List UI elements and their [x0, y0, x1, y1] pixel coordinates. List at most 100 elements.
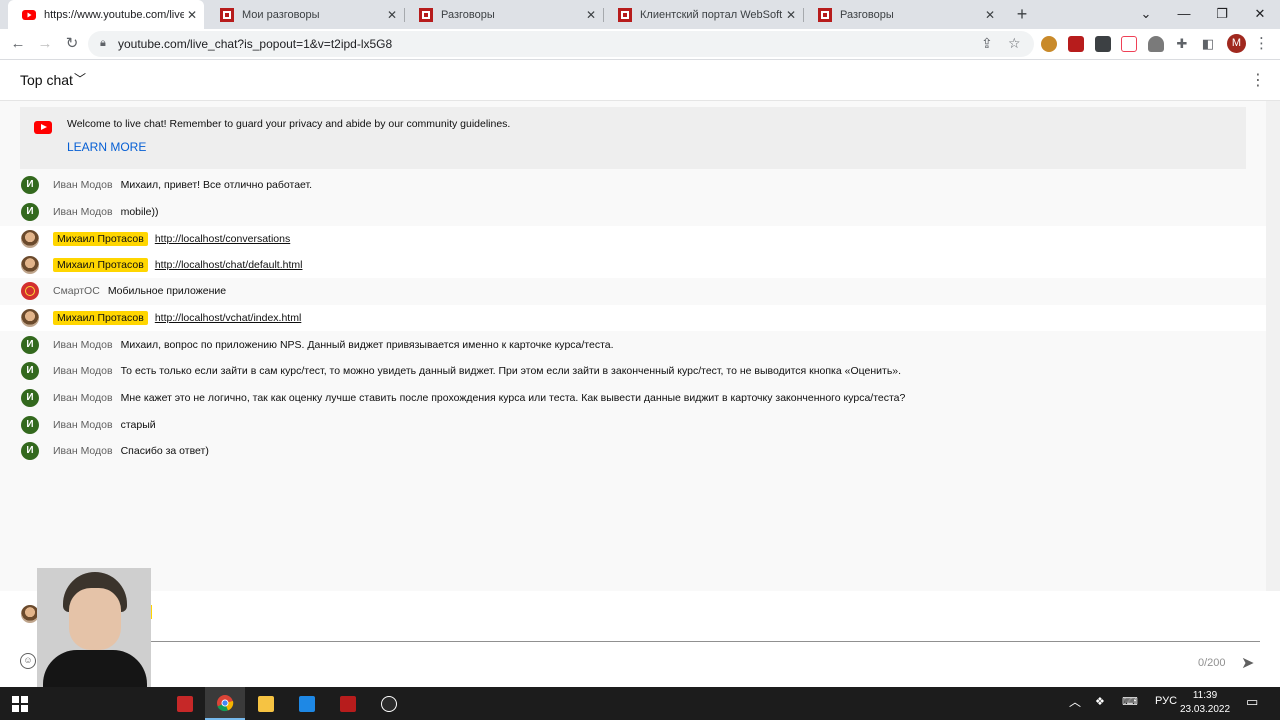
restore-icon[interactable]: ❐	[1203, 0, 1241, 29]
extension-icon[interactable]	[1148, 36, 1164, 52]
chat-message[interactable]: И Иван Модов старый	[0, 412, 1266, 438]
chat-message-owner[interactable]: Михаил Протасов http://localhost/vchat/in…	[0, 305, 1266, 331]
extension-icon[interactable]	[1041, 36, 1057, 52]
forward-icon[interactable]: →	[34, 33, 56, 55]
taskbar-explorer-icon[interactable]	[246, 687, 286, 720]
author-name[interactable]: Иван Модов	[53, 445, 113, 457]
minimize-icon[interactable]: —	[1165, 0, 1203, 29]
taskbar-obs-icon[interactable]	[369, 687, 409, 720]
chat-message-list[interactable]: Welcome to live chat! Remember to guard …	[0, 101, 1266, 591]
author-avatar[interactable]: И	[21, 416, 39, 434]
taskbar-chrome-icon[interactable]	[205, 687, 245, 720]
browser-menu-icon[interactable]: ⋮	[1254, 34, 1269, 52]
close-tab-icon[interactable]: ✕	[384, 8, 400, 22]
close-tab-icon[interactable]: ✕	[982, 8, 998, 22]
owner-badge-name[interactable]: Михаил Протасов	[53, 258, 148, 272]
author-name[interactable]: Иван Модов	[53, 206, 113, 218]
chat-message[interactable]: И Иван Модов Михаил, привет! Все отлично …	[0, 172, 1266, 198]
author-avatar[interactable]: И	[21, 203, 39, 221]
back-icon[interactable]: ←	[7, 33, 29, 55]
chat-message[interactable]: И Иван Модов Михаил, вопрос по приложению…	[0, 332, 1266, 358]
system-clock[interactable]: 11:39 23.03.2022	[1180, 689, 1230, 717]
author-name[interactable]: Иван Модов	[53, 392, 113, 404]
side-panel-icon[interactable]: ◧	[1197, 33, 1219, 55]
input-language[interactable]: РУС	[1155, 695, 1177, 707]
message-text: Мне кажет это не логично, так как оценку…	[120, 392, 906, 404]
emoji-icon[interactable]: ☺	[20, 653, 36, 669]
websoft-icon	[419, 7, 433, 22]
keyboard-icon[interactable]: ⌨	[1122, 695, 1138, 708]
learn-more-link[interactable]: LEARN MORE	[67, 140, 146, 154]
taskbar-app-icon[interactable]	[165, 687, 205, 720]
author-avatar[interactable]: И	[21, 336, 39, 354]
close-tab-icon[interactable]: ✕	[583, 8, 599, 22]
chat-message[interactable]: И Иван Модов mobile))	[0, 199, 1266, 225]
chat-message[interactable]: И Иван Модов То есть только если зайти в …	[0, 358, 1266, 384]
chat-message-owner[interactable]: Михаил Протасов http://localhost/conversa…	[0, 226, 1266, 252]
chevron-down-icon[interactable]: ﹀	[74, 70, 86, 87]
tab-conversations-2[interactable]: Разговоры ✕	[804, 0, 1002, 29]
message-text: Михаил, привет! Все отлично работает.	[120, 179, 313, 191]
author-avatar[interactable]	[21, 309, 39, 327]
new-tab-icon[interactable]: +	[1012, 3, 1032, 25]
close-tab-icon[interactable]: ✕	[783, 8, 799, 22]
reload-icon[interactable]: ↻	[61, 33, 83, 55]
author-name[interactable]: Иван Модов	[53, 339, 113, 351]
tray-chevron-up-icon[interactable]: ︿	[1069, 693, 1081, 710]
message-link[interactable]: http://localhost/chat/default.html	[155, 259, 303, 271]
message-link[interactable]: http://localhost/conversations	[155, 233, 290, 245]
close-tab-icon[interactable]: ✕	[184, 8, 200, 22]
lock-icon[interactable]: 🔒︎	[100, 37, 106, 50]
tab-websoft-portal[interactable]: Клиентский портал WebSoft ✕	[604, 0, 803, 29]
share-icon[interactable]: ⇪	[981, 35, 993, 52]
author-avatar[interactable]	[21, 282, 39, 300]
clock-date: 23.03.2022	[1180, 704, 1231, 715]
author-name[interactable]: Иван Модов	[53, 179, 113, 191]
chat-message-input[interactable]	[53, 607, 1243, 625]
author-name[interactable]: Иван Модов	[53, 419, 113, 431]
taskbar-app-icon[interactable]	[287, 687, 327, 720]
message-link[interactable]: http://localhost/vchat/index.html	[155, 312, 302, 324]
owner-badge-name[interactable]: Михаил Протасов	[53, 232, 148, 246]
youtube-icon	[22, 9, 36, 20]
puzzle-icon[interactable]: ✚	[1171, 33, 1193, 55]
author-avatar[interactable]: И	[21, 389, 39, 407]
message-text: То есть только если зайти в сам курс/тес…	[120, 365, 902, 377]
notification-icon[interactable]: ▭	[1246, 694, 1258, 710]
input-underline	[53, 641, 1260, 642]
send-icon[interactable]: ➤	[1241, 653, 1254, 673]
tab-my-conversations[interactable]: Мои разговоры ✕	[206, 0, 404, 29]
webcam-face	[69, 588, 121, 650]
pocket-icon[interactable]	[1121, 36, 1137, 52]
extension-icon[interactable]	[1068, 36, 1084, 52]
author-avatar[interactable]: И	[21, 362, 39, 380]
chat-mode-selector[interactable]: Top chat	[20, 72, 73, 88]
tab-youtube-live-chat[interactable]: https://www.youtube.com/live_ch ✕	[8, 0, 204, 29]
author-avatar[interactable]	[21, 256, 39, 274]
author-avatar[interactable]	[21, 230, 39, 248]
windows-start-icon[interactable]	[0, 687, 40, 720]
message-text: Спасибо за ответ)	[120, 445, 209, 457]
dropbox-icon[interactable]: ❖	[1095, 695, 1105, 708]
tab-search-icon[interactable]: ⌄	[1127, 0, 1165, 29]
chat-message[interactable]: И Иван Модов Мне кажет это не логично, та…	[0, 385, 1266, 411]
author-name[interactable]: СмартОС	[53, 285, 100, 297]
chat-message-owner[interactable]: Михаил Протасов http://localhost/chat/def…	[0, 252, 1266, 278]
chat-message[interactable]: И Иван Модов Спасибо за ответ)	[0, 438, 1266, 464]
message-text: Мобильное приложение	[107, 285, 227, 297]
extension-icon[interactable]	[1095, 36, 1111, 52]
close-window-icon[interactable]: ✕	[1241, 0, 1279, 29]
chrome-icon	[217, 694, 234, 711]
taskbar-websoft-icon[interactable]	[328, 687, 368, 720]
author-name[interactable]: Иван Модов	[53, 365, 113, 377]
author-avatar[interactable]: И	[21, 442, 39, 460]
address-bar[interactable]: 🔒︎ youtube.com/live_chat?is_popout=1&v=t…	[88, 31, 1034, 57]
bookmark-star-icon[interactable]: ☆	[1008, 35, 1021, 52]
chat-scrollbar[interactable]	[1266, 101, 1280, 591]
owner-badge-name[interactable]: Михаил Протасов	[53, 311, 148, 325]
author-avatar[interactable]: И	[21, 176, 39, 194]
profile-avatar[interactable]: M	[1227, 34, 1246, 53]
chat-message[interactable]: СмартОС Мобильное приложение	[0, 278, 1266, 304]
more-options-icon[interactable]: ⋮	[1250, 70, 1266, 90]
tab-conversations[interactable]: Разговоры ✕	[405, 0, 603, 29]
